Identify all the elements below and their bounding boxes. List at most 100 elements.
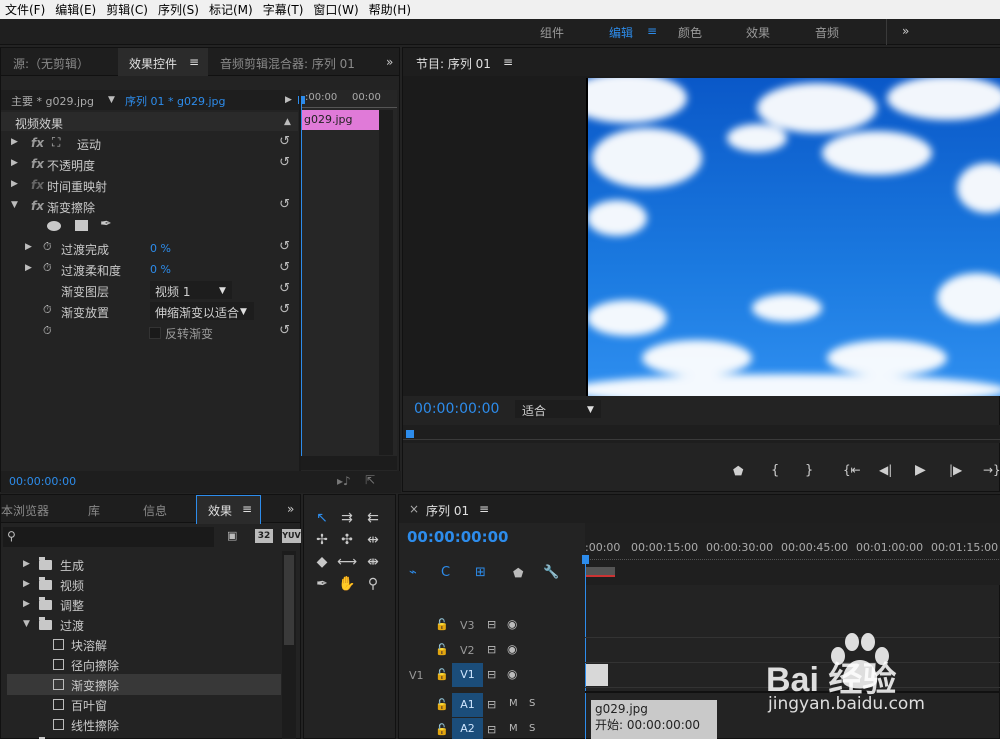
panel-menu-icon[interactable]: ≡ xyxy=(242,502,252,516)
mark-in-icon[interactable]: { xyxy=(771,463,779,478)
timeline-title[interactable]: 序列 01 xyxy=(426,502,469,519)
tab-effects[interactable]: 效果 xyxy=(208,502,232,519)
solo-button[interactable]: S xyxy=(529,723,535,734)
panel-menu-icon[interactable]: ≡ xyxy=(479,502,489,516)
timeline-ruler[interactable]: :00:00 00:00:15:00 00:00:30:00 00:00:45:… xyxy=(585,523,1000,585)
stopwatch-icon[interactable]: ⏱ xyxy=(43,240,52,254)
solo-button[interactable]: S xyxy=(529,698,535,709)
param-row-gradient-layer[interactable]: 渐变图层 视频 1 ▼ ↺ xyxy=(1,280,298,301)
step-forward-icon[interactable]: |▶ xyxy=(949,463,962,477)
collapse-icon[interactable]: ▲ xyxy=(284,117,291,127)
track-select-back-tool-icon[interactable]: ⇇ xyxy=(362,507,384,529)
effects-search-input[interactable]: ⚲ xyxy=(3,527,214,547)
rolling-edit-tool-icon[interactable]: ✣ xyxy=(336,529,358,551)
expand-icon[interactable]: ▶ xyxy=(11,179,18,189)
rate-stretch-tool-icon[interactable]: ⇹ xyxy=(362,529,384,551)
lock-icon[interactable]: 🔓 xyxy=(435,723,449,736)
workspace-effects[interactable]: 效果 xyxy=(746,24,770,41)
tree-effect-block-dissolve[interactable]: 块溶解 xyxy=(7,634,281,655)
panel-menu-icon[interactable]: ≡ xyxy=(189,55,199,69)
fx-icon[interactable]: fx xyxy=(31,157,44,171)
ec-playhead[interactable] xyxy=(301,98,302,458)
tree-folder-adjust[interactable]: ▶ 调整 xyxy=(7,594,281,615)
pen-mask-icon[interactable]: ✒ xyxy=(100,216,112,232)
tree-effect-radial-wipe[interactable]: 径向擦除 xyxy=(7,654,281,675)
tab-audio-clip-mixer[interactable]: 音频剪辑混合器: 序列 01 xyxy=(220,55,355,72)
tab-source[interactable]: 源:（无剪辑） xyxy=(13,55,89,72)
ec-clip-block[interactable]: g029.jpg xyxy=(301,110,379,130)
ripple-edit-tool-icon[interactable]: ✢ xyxy=(311,529,333,551)
go-to-out-icon[interactable]: →} xyxy=(983,463,1000,477)
slip-tool-icon[interactable]: ⟷ xyxy=(336,551,358,573)
effect-row-opacity[interactable]: ▶ fx 不透明度 ↺ xyxy=(1,154,298,175)
settings-wrench-icon[interactable]: 🔧 xyxy=(543,565,559,580)
track-target-v1[interactable]: V1 xyxy=(452,663,483,687)
more-tabs-icon[interactable]: » xyxy=(386,55,393,69)
menu-file[interactable]: 文件(F) xyxy=(0,1,50,18)
sync-lock-icon[interactable]: ⊟ xyxy=(487,698,496,711)
sync-lock-icon[interactable]: ⊟ xyxy=(487,723,496,736)
workspace-editing[interactable]: 编辑 xyxy=(609,24,633,41)
zoom-tool-icon[interactable]: ⚲ xyxy=(362,573,384,595)
more-tabs-icon[interactable]: » xyxy=(287,502,294,516)
workspace-audio[interactable]: 音频 xyxy=(815,24,839,41)
expand-icon[interactable]: ▶ xyxy=(25,263,32,273)
eye-icon[interactable]: ◉ xyxy=(507,667,517,681)
workspace-assembly[interactable]: 组件 xyxy=(540,24,564,41)
reset-icon[interactable]: ↺ xyxy=(279,239,290,254)
razor-tool-icon[interactable]: ◆ xyxy=(311,551,333,573)
v1-clip[interactable] xyxy=(586,664,608,686)
reset-icon[interactable]: ↺ xyxy=(279,323,290,338)
program-video-frame[interactable] xyxy=(587,78,1000,396)
tree-folder-video[interactable]: ▶ 视频 xyxy=(7,574,281,595)
tab-media-browser[interactable]: 本浏览器 xyxy=(1,502,49,519)
reset-icon[interactable]: ↺ xyxy=(279,281,290,296)
mute-button[interactable]: M xyxy=(509,698,518,709)
tree-effect-venetian-blinds[interactable]: 百叶窗 xyxy=(7,694,281,715)
stopwatch-icon[interactable]: ⏱ xyxy=(43,261,52,275)
slide-tool-icon[interactable]: ⇼ xyxy=(362,551,384,573)
reset-icon[interactable]: ↺ xyxy=(279,155,290,170)
rectangle-mask-icon[interactable] xyxy=(75,220,88,231)
yuv-effects-icon[interactable]: YUV xyxy=(282,529,301,543)
track-target-a2[interactable]: A2 xyxy=(452,718,483,739)
param-row-gradient-placement[interactable]: ⏱ 渐变放置 伸缩渐变以适合 ▼ ↺ xyxy=(1,301,298,322)
pen-tool-icon[interactable]: ✒ xyxy=(311,573,333,595)
accelerated-effects-icon[interactable]: ▣ xyxy=(227,529,237,542)
gradient-placement-select[interactable]: 伸缩渐变以适合 ▼ xyxy=(150,302,254,320)
program-timecode[interactable]: 00:00:00:00 xyxy=(414,401,499,417)
track-target-a1[interactable]: A1 xyxy=(452,693,483,717)
workspace-more-icon[interactable]: » xyxy=(902,24,909,38)
program-time-ruler[interactable] xyxy=(403,425,1000,443)
workspace-menu-icon[interactable]: ≡ xyxy=(647,24,657,38)
param-row-invert-gradient[interactable]: ⏱ 反转渐变 ↺ xyxy=(1,322,298,343)
effect-row-motion[interactable]: ▶ fx ⛶ 运动 ↺ xyxy=(1,133,298,154)
tree-effect-gradient-wipe[interactable]: 渐变擦除 xyxy=(7,674,281,695)
tab-libraries[interactable]: 库 xyxy=(88,502,100,519)
program-playhead[interactable] xyxy=(406,430,414,438)
lock-icon[interactable]: 🔓 xyxy=(435,643,449,656)
workspace-color[interactable]: 颜色 xyxy=(678,24,702,41)
snap-icon[interactable]: ⌁ xyxy=(409,565,417,580)
fit-select[interactable]: 适合 ▼ xyxy=(515,400,601,418)
effect-row-time-remap[interactable]: ▶ fx 时间重映射 xyxy=(1,175,298,196)
sync-lock-icon[interactable]: ⊟ xyxy=(487,618,496,631)
32bit-effects-icon[interactable]: 32 xyxy=(255,529,273,543)
tree-folder-generate[interactable]: ▶ 生成 xyxy=(7,554,281,575)
reset-icon[interactable]: ↺ xyxy=(279,302,290,317)
selection-tool-icon[interactable]: ↖ xyxy=(311,507,333,529)
close-icon[interactable]: × xyxy=(409,502,419,516)
audio-icon[interactable]: ▸♪ xyxy=(337,474,351,488)
timeline-timecode[interactable]: 00:00:00:00 xyxy=(407,528,509,546)
eye-icon[interactable]: ◉ xyxy=(507,617,517,631)
ec-scrollbar[interactable] xyxy=(301,456,397,470)
menu-edit[interactable]: 编辑(E) xyxy=(50,1,101,18)
tree-folder-channel[interactable]: ▶ 通道 xyxy=(7,734,281,739)
timeline-playhead[interactable] xyxy=(585,557,586,739)
ec-timecode[interactable]: 00:00:00:00 xyxy=(9,475,76,488)
lock-icon[interactable]: 🔓 xyxy=(435,668,449,681)
expand-icon[interactable]: ▶ xyxy=(25,242,32,252)
expand-icon[interactable]: ▶ xyxy=(11,158,18,168)
motion-transform-icon[interactable]: ⛶ xyxy=(52,135,60,150)
master-clip-label[interactable]: 主要 * g029.jpg xyxy=(11,93,94,109)
